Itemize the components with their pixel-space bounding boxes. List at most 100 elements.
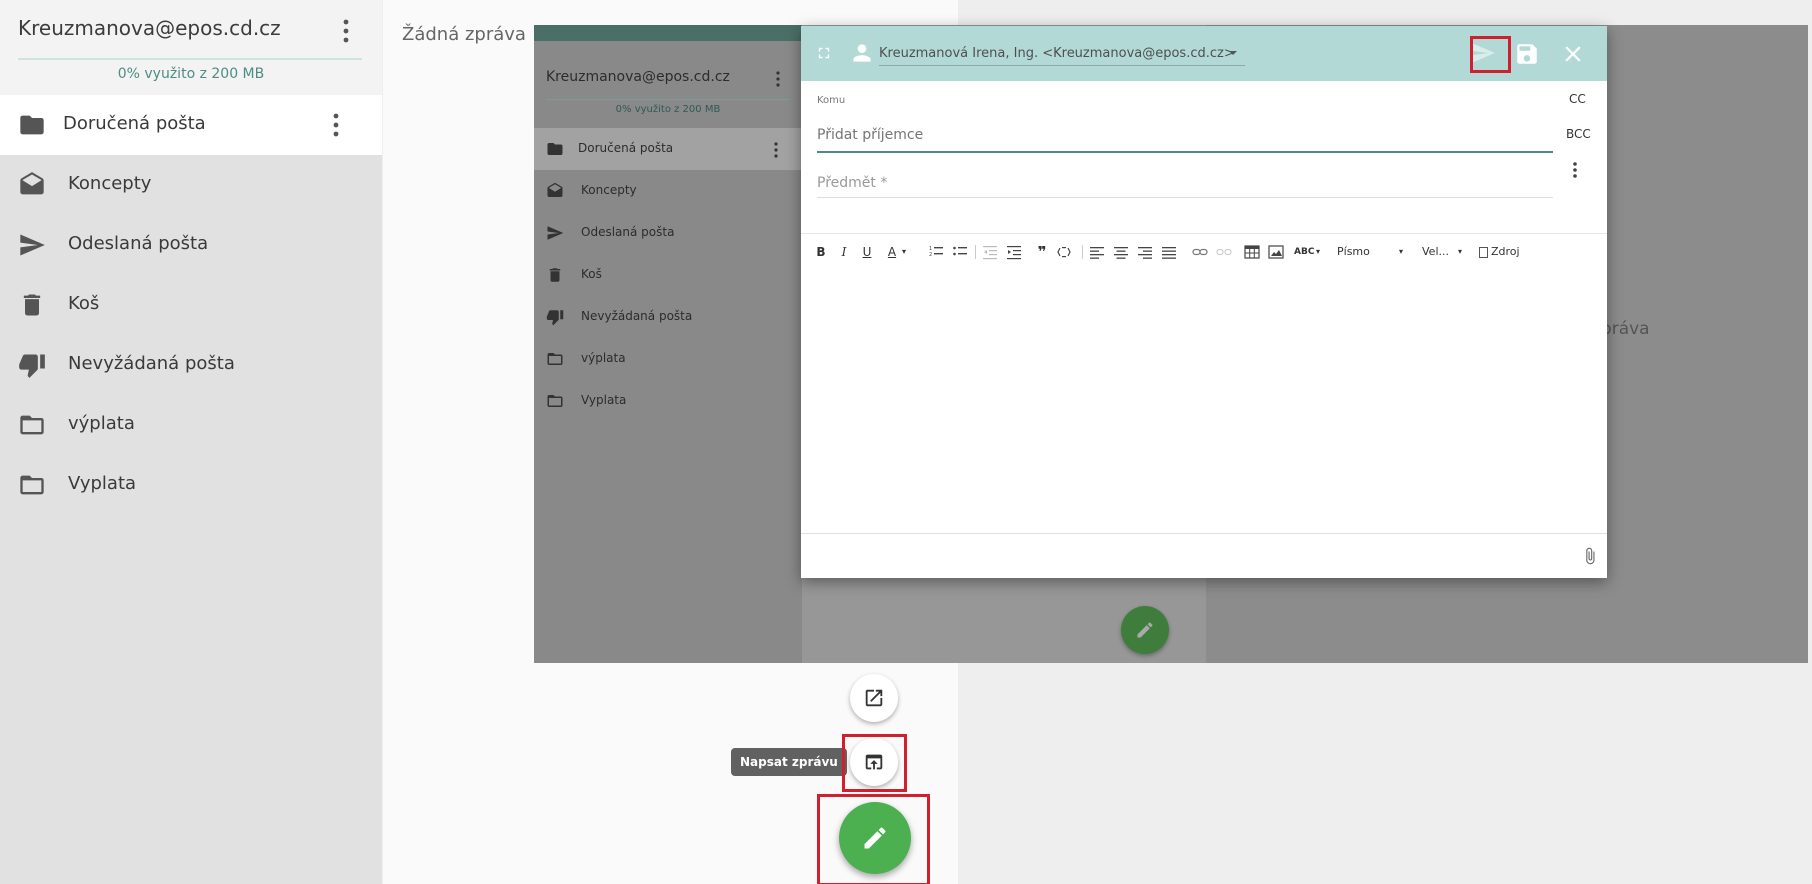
align-justify-icon[interactable]	[1162, 239, 1178, 265]
underline-button[interactable]: U	[859, 239, 875, 265]
align-right-icon[interactable]	[1138, 239, 1154, 265]
person-icon	[849, 40, 875, 66]
font-size-select[interactable]: Vel... ▾	[1422, 239, 1468, 265]
subject-field[interactable]: Předmět *	[817, 175, 887, 191]
subject-underline	[817, 197, 1553, 198]
trash-icon	[18, 291, 46, 319]
overlay-item-trash: Koš	[534, 254, 802, 296]
overlay-item-spam: Nevyžádaná pošta	[534, 296, 802, 338]
folder-sidebar: Kreuzmanova@epos.cd.cz 0% využito z 200 …	[0, 0, 382, 884]
bcc-button[interactable]: BCC	[1566, 127, 1591, 141]
overlay-item-vyplata: výplata	[534, 338, 802, 380]
compose-dialog: Kreuzmanová Irena, Ing. <Kreuzmanova@epo…	[801, 26, 1607, 578]
empty-message-list: Žádná zpráva	[402, 24, 526, 45]
overlay-item-drafts: Koncepty	[534, 170, 802, 212]
send-icon	[18, 231, 46, 259]
from-underline	[879, 65, 1245, 66]
svg-text:2: 2	[929, 252, 932, 258]
overlay-item-label: Koncepty	[581, 183, 637, 197]
account-header: Kreuzmanova@epos.cd.cz 0% využito z 200 …	[0, 0, 382, 95]
account-menu-icon[interactable]	[334, 16, 358, 46]
fullscreen-icon[interactable]	[815, 44, 833, 62]
overlay-usage-bar	[546, 99, 790, 100]
align-left-icon[interactable]	[1090, 239, 1106, 265]
trash-icon	[546, 266, 564, 284]
italic-button[interactable]: I	[836, 239, 852, 265]
sidebar-item-vyplata-2[interactable]: Vyplata	[0, 455, 382, 515]
blockquote-icon[interactable]: ❞	[1034, 239, 1050, 265]
folder-icon	[546, 140, 564, 158]
numbered-list-icon[interactable]: 12	[929, 239, 945, 265]
send-highlight-box	[1470, 36, 1511, 73]
message-body-editor[interactable]	[801, 271, 1607, 533]
font-family-select[interactable]: Písmo ▾	[1337, 239, 1407, 265]
toolbar-separator	[1082, 245, 1083, 259]
overlay-folder-menu-icon	[768, 140, 784, 160]
chevron-down-icon[interactable]: ▾	[1313, 239, 1323, 265]
spellcheck-icon[interactable]: ABC	[1294, 239, 1314, 265]
unlink-icon[interactable]	[1216, 239, 1232, 265]
link-icon[interactable]	[1192, 239, 1208, 265]
save-draft-button[interactable]	[1514, 41, 1540, 67]
sidebar-item-vyplata[interactable]: výplata	[0, 395, 382, 455]
indent-icon[interactable]	[1007, 239, 1023, 265]
text-color-button[interactable]: A	[885, 239, 899, 265]
footer-divider	[801, 533, 1607, 534]
to-label: Komu	[817, 95, 846, 106]
compose-window-highlight-box	[842, 734, 907, 792]
overlay-item-label: výplata	[581, 351, 626, 365]
overlay-item-vyplata-2: Vyplata	[534, 380, 802, 422]
sidebar-item-sent[interactable]: Odeslaná pošta	[0, 215, 382, 275]
from-select[interactable]: Kreuzmanová Irena, Ing. <Kreuzmanova@epo…	[879, 46, 1235, 61]
folder-outline-icon	[546, 350, 564, 368]
font-size-label: Vel...	[1422, 245, 1449, 258]
folder-menu-icon[interactable]	[324, 111, 348, 139]
send-icon	[546, 224, 564, 242]
overlay-item-inbox: Doručená pošta	[534, 128, 802, 170]
chevron-down-icon[interactable]: ▾	[899, 239, 909, 265]
folder-outline-icon	[18, 471, 46, 499]
overlay-item-label: Odeslaná pošta	[581, 225, 675, 239]
editor-toolbar: B I U A ▾ 12 ❞ ABC ▾ Písmo ▾ Vel... ▾ Zd…	[801, 239, 1607, 265]
overlay-item-label: Doručená pošta	[578, 141, 674, 155]
sidebar-item-drafts[interactable]: Koncepty	[0, 155, 382, 215]
overlay-account-email: Kreuzmanova@epos.cd.cz	[546, 69, 730, 85]
folder-icon	[18, 111, 46, 139]
sidebar-item-trash[interactable]: Koš	[0, 275, 382, 335]
account-email: Kreuzmanova@epos.cd.cz	[18, 16, 281, 40]
more-options-icon[interactable]	[1567, 159, 1583, 181]
thumb-down-icon	[18, 351, 46, 379]
cc-button[interactable]: CC	[1569, 92, 1586, 106]
overlay-account-menu-icon	[770, 69, 786, 89]
toolbar-separator	[975, 245, 976, 259]
recipient-input[interactable]	[817, 121, 1552, 149]
source-doc-icon	[1479, 246, 1488, 258]
outdent-icon[interactable]	[983, 239, 999, 265]
compose-tooltip: Napsat zprávu	[731, 748, 847, 776]
toolbar-divider	[801, 233, 1607, 234]
sidebar-item-spam[interactable]: Nevyžádaná pošta	[0, 335, 382, 395]
table-icon[interactable]	[1244, 239, 1260, 265]
code-block-icon[interactable]	[1057, 239, 1073, 265]
overlay-top-band	[534, 25, 802, 41]
overlay-item-label: Koš	[581, 267, 602, 281]
overlay-item-sent: Odeslaná pošta	[534, 212, 802, 254]
close-button[interactable]	[1560, 41, 1586, 67]
chevron-down-icon: ▾	[1458, 247, 1463, 256]
bold-button[interactable]: B	[813, 239, 829, 265]
chevron-down-icon: ▾	[1399, 247, 1404, 256]
font-family-label: Písmo	[1337, 245, 1370, 258]
align-center-icon[interactable]	[1114, 239, 1130, 265]
sidebar-item-label: Koncepty	[68, 173, 152, 194]
fab-highlight-box	[817, 794, 930, 884]
sidebar-item-inbox[interactable]: Doručená pošta	[0, 95, 382, 155]
overlay-item-label: Vyplata	[581, 393, 627, 407]
source-button[interactable]: Zdroj	[1479, 239, 1529, 265]
usage-bar	[18, 58, 362, 60]
open-in-new-window-button[interactable]	[850, 674, 898, 722]
image-icon[interactable]	[1268, 239, 1284, 265]
chevron-down-icon[interactable]	[1227, 48, 1239, 58]
bullet-list-icon[interactable]	[953, 239, 969, 265]
folder-outline-icon	[18, 411, 46, 439]
attachment-icon[interactable]	[1581, 544, 1599, 568]
